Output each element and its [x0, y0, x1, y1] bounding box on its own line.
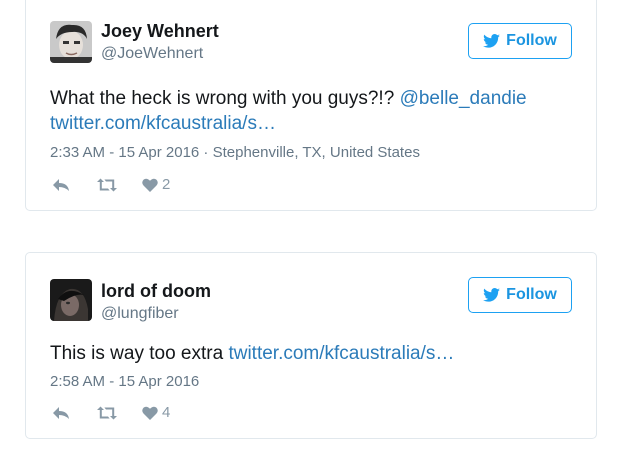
heart-icon [142, 178, 158, 192]
tweet-text: What the heck is wrong with you guys?!? … [50, 86, 580, 136]
follow-button[interactable]: Follow [468, 23, 572, 59]
user-handle[interactable]: @lungfiber [101, 305, 179, 323]
reply-button[interactable] [52, 178, 70, 192]
follow-button[interactable]: Follow [468, 277, 572, 313]
avatar[interactable] [50, 21, 92, 63]
tweet-text: This is way too extra twitter.com/kfcaus… [50, 341, 580, 366]
tweet-timestamp[interactable]: 2:33 AM - 15 Apr 2016 · Stephenville, TX… [50, 144, 420, 161]
user-handle[interactable]: @JoeWehnert [101, 45, 203, 63]
tweet-actions: 2 [52, 176, 170, 193]
retweet-icon [97, 406, 117, 419]
twitter-bird-icon [483, 34, 501, 48]
like-count: 2 [162, 176, 171, 193]
tweet-card: Joey Wehnert @JoeWehnert Follow What the… [25, 0, 597, 211]
tweet-link[interactable]: twitter.com/kfcaustralia/s… [50, 113, 276, 134]
like-button[interactable]: 2 [142, 176, 170, 193]
follow-label: Follow [506, 286, 557, 303]
display-name[interactable]: lord of doom [101, 281, 211, 302]
heart-icon [142, 406, 158, 420]
display-name[interactable]: Joey Wehnert [101, 21, 219, 42]
tweet-body: What the heck is wrong with you guys?!? [50, 88, 400, 109]
tweet-actions: 4 [52, 404, 170, 421]
tweet-body: This is way too extra [50, 343, 229, 364]
like-button[interactable]: 4 [142, 404, 170, 421]
reply-icon [53, 406, 69, 419]
retweet-button[interactable] [96, 178, 118, 192]
avatar[interactable] [50, 279, 92, 321]
retweet-icon [97, 178, 117, 191]
tweet-link[interactable]: twitter.com/kfcaustralia/s… [228, 343, 454, 364]
retweet-button[interactable] [96, 406, 118, 420]
tweet-card: lord of doom @lungfiber Follow This is w… [25, 252, 597, 439]
reply-button[interactable] [52, 406, 70, 420]
twitter-bird-icon [483, 288, 501, 302]
tweet-timestamp[interactable]: 2:58 AM - 15 Apr 2016 [50, 373, 199, 390]
mention-link[interactable]: @belle_dandie [400, 88, 527, 109]
like-count: 4 [162, 404, 171, 421]
reply-icon [53, 178, 69, 191]
follow-label: Follow [506, 32, 557, 49]
